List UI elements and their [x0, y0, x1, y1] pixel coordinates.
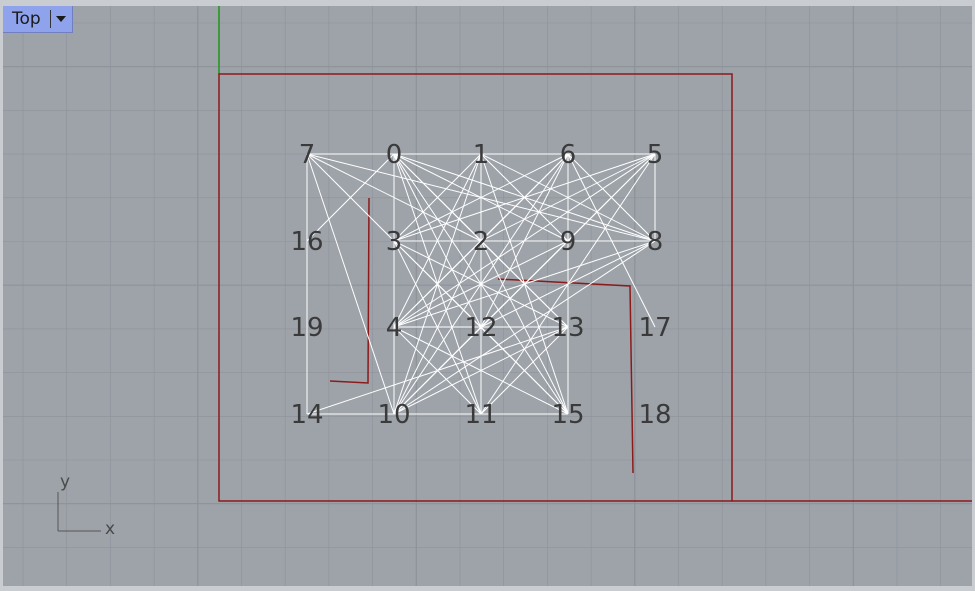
viewport-canvas[interactable]: 0 12345678910 1112 1314 1516171819 y x [3, 6, 972, 586]
viewport-title-tab[interactable]: Top [3, 6, 73, 33]
node-label-17[interactable]: 17 [638, 313, 671, 343]
node-label-4[interactable]: 4 [386, 313, 403, 343]
viewport-title: Top [12, 9, 41, 29]
node-label-12[interactable]: 12 [464, 313, 497, 343]
node-label-11[interactable]: 11 [464, 400, 497, 430]
node-label-9[interactable]: 9 [560, 227, 577, 257]
node-label-19[interactable]: 19 [290, 313, 323, 343]
node-label-15[interactable]: 15 [551, 400, 584, 430]
axis-y-label: y [60, 472, 70, 492]
node-label-14[interactable]: 14 [290, 400, 323, 430]
tab-separator [50, 10, 51, 28]
node-label-10[interactable]: 10 [377, 400, 410, 430]
chevron-down-icon[interactable] [56, 16, 66, 22]
boundary-rectangle[interactable] [218, 73, 733, 502]
edge-8-4[interactable] [393, 240, 656, 328]
node-label-2[interactable]: 2 [473, 227, 490, 257]
top-viewport[interactable]: 0 1 2 3 4 5 6 7 8 9 10 11 12 13 14 15 16 17 18 19 y x Top [3, 6, 972, 586]
node-label-18[interactable]: 18 [638, 400, 671, 430]
node-label-7[interactable]: 7 [299, 140, 316, 170]
edge-7-10[interactable] [306, 153, 395, 415]
node-label-16[interactable]: 16 [290, 227, 323, 257]
edge-13-14[interactable] [306, 326, 569, 415]
curve-left[interactable] [329, 197, 370, 384]
node-label-0[interactable]: 0 [386, 140, 403, 170]
node-label-6[interactable]: 6 [560, 140, 577, 170]
node-label-1[interactable]: 1 [473, 140, 490, 170]
axis-x-label: x [105, 519, 115, 539]
curve-objects [218, 73, 972, 502]
node-label-3[interactable]: 3 [386, 227, 403, 257]
node-label-8[interactable]: 8 [647, 227, 664, 257]
node-label-5[interactable]: 5 [647, 140, 664, 170]
node-label-13[interactable]: 13 [551, 313, 584, 343]
